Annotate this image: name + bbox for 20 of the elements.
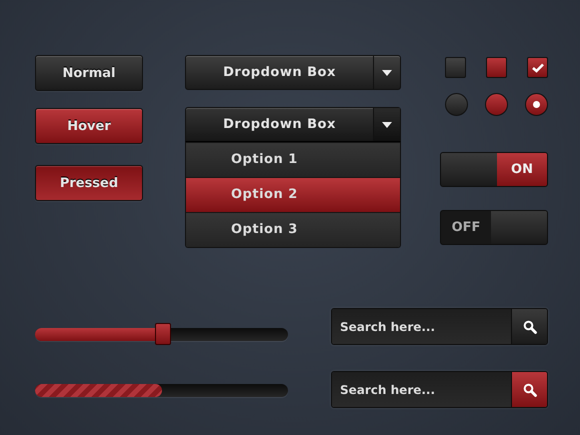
caret-icon	[382, 122, 392, 128]
dropdown-option[interactable]: Option 2	[186, 177, 400, 212]
check-icon	[532, 62, 544, 72]
dropdown-option[interactable]: Option 3	[186, 212, 400, 247]
radio-button[interactable]	[525, 93, 548, 116]
caret-icon	[382, 70, 392, 76]
dropdown[interactable]: Dropdown Box	[185, 55, 401, 90]
checkbox[interactable]	[445, 57, 466, 78]
checkbox[interactable]	[527, 57, 548, 78]
dropdown[interactable]: Dropdown Box	[185, 107, 401, 142]
button[interactable]: Pressed	[35, 165, 143, 201]
checkbox[interactable]	[486, 57, 507, 78]
button[interactable]: Hover	[35, 108, 143, 144]
button[interactable]: Normal	[35, 55, 143, 91]
toggle-switch[interactable]: OFF	[440, 210, 548, 245]
radio-button[interactable]	[485, 93, 508, 116]
slider[interactable]	[35, 323, 288, 345]
radio-button[interactable]	[445, 93, 468, 116]
dropdown-option[interactable]: Option 1	[186, 142, 400, 177]
toggle-switch[interactable]: ON	[440, 152, 548, 187]
